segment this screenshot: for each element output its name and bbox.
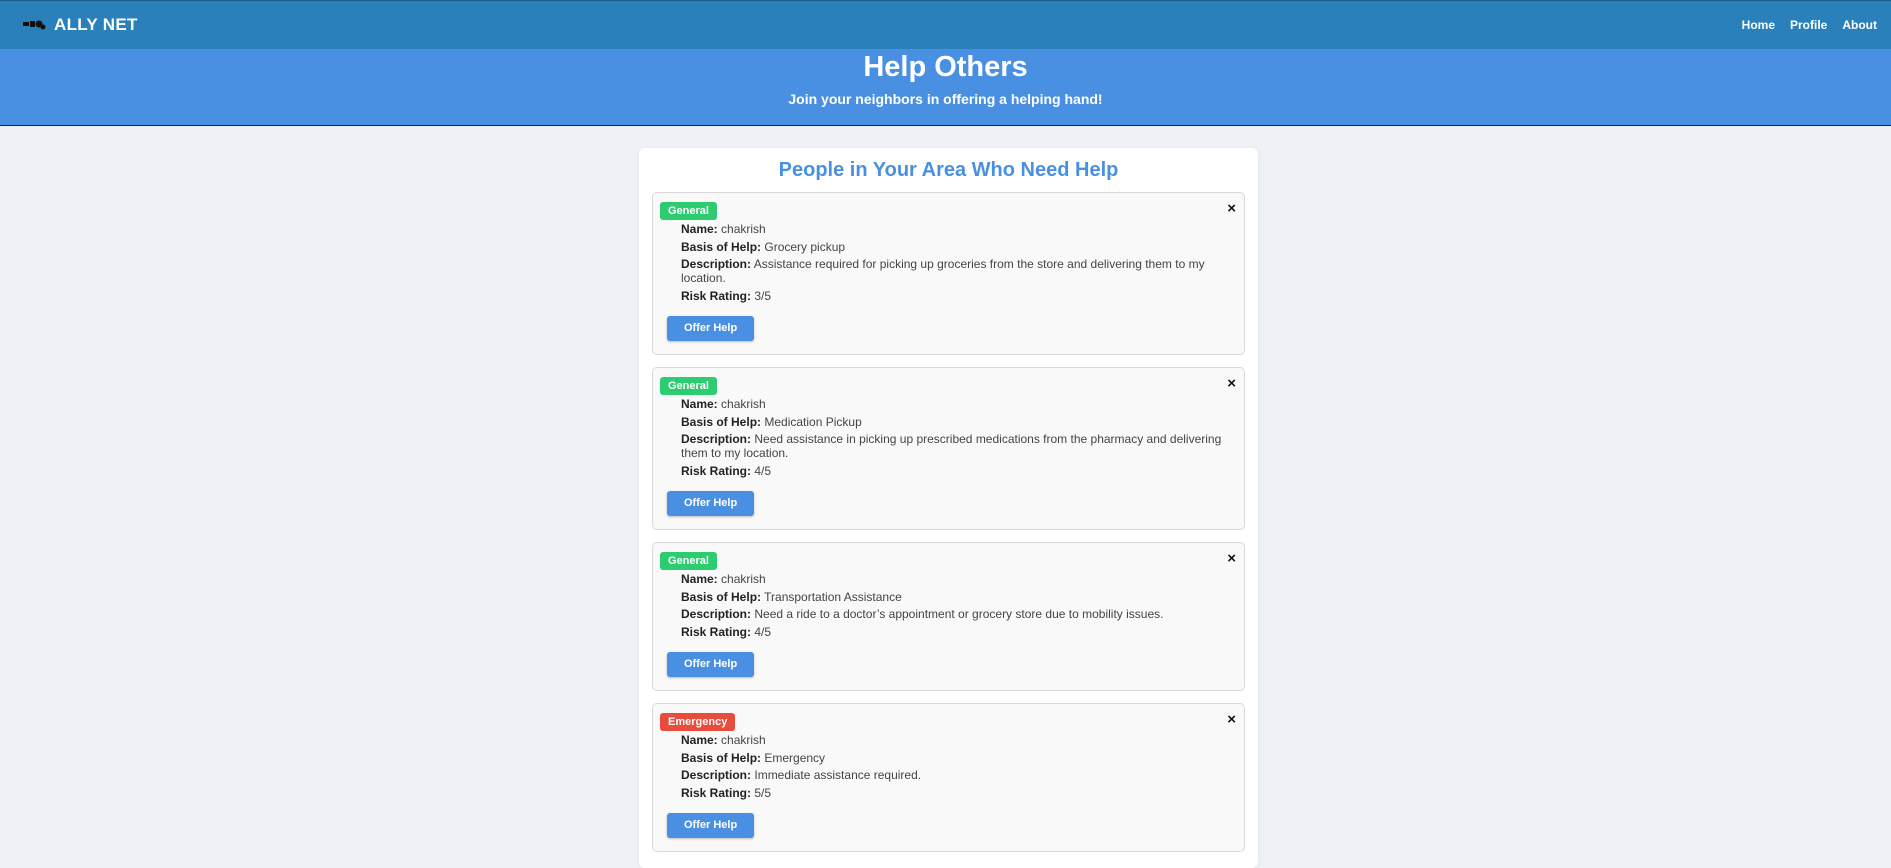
basis-value: Medication Pickup xyxy=(764,414,862,429)
risk-label: Risk Rating: xyxy=(681,288,752,303)
basis-field: Basis of Help: Emergency xyxy=(681,751,1236,765)
basis-label: Basis of Help: xyxy=(681,750,762,765)
logo-icon xyxy=(23,20,46,30)
name-value: chakrish xyxy=(721,397,766,411)
description-field: Description: Need assistance in picking … xyxy=(681,432,1236,460)
top-navbar: ALLY NET Home Profile About xyxy=(0,0,1891,49)
risk-field: Risk Rating: 3/5 xyxy=(681,289,1236,303)
risk-field: Risk Rating: 5/5 xyxy=(681,786,1236,800)
name-label: Name: xyxy=(681,572,718,586)
help-request-card: General × Name: chakrish Basis of Help: … xyxy=(652,542,1245,691)
page-subtitle: Join your neighbors in offering a helpin… xyxy=(788,91,1103,107)
risk-field: Risk Rating: 4/5 xyxy=(681,464,1236,478)
risk-field: Risk Rating: 4/5 xyxy=(681,625,1236,639)
offer-help-button[interactable]: Offer Help xyxy=(667,813,755,838)
basis-field: Basis of Help: Medication Pickup xyxy=(681,415,1236,429)
name-field: Name: chakrish xyxy=(681,397,1236,411)
help-request-card: General × Name: chakrish Basis of Help: … xyxy=(652,367,1245,530)
risk-value: 5/5 xyxy=(754,785,772,800)
description-field: Description: Need a ride to a doctor’s a… xyxy=(681,607,1236,621)
brand-name: ALLY NET xyxy=(54,15,138,34)
name-label: Name: xyxy=(681,222,718,236)
description-label: Description: xyxy=(681,607,752,621)
risk-label: Risk Rating: xyxy=(681,785,752,800)
basis-label: Basis of Help: xyxy=(681,414,762,429)
basis-value: Transportation Assistance xyxy=(764,589,902,604)
risk-label: Risk Rating: xyxy=(681,624,752,639)
category-badge: General xyxy=(660,377,717,395)
description-label: Description: xyxy=(681,768,752,782)
offer-help-button[interactable]: Offer Help xyxy=(667,491,755,516)
close-icon[interactable]: × xyxy=(1227,376,1236,391)
description-value: Immediate assistance required. xyxy=(754,768,922,782)
hero-banner: Help Others Join your neighbors in offer… xyxy=(0,49,1891,126)
category-badge: Emergency xyxy=(660,713,736,731)
basis-label: Basis of Help: xyxy=(681,589,762,604)
description-field: Description: Assistance required for pic… xyxy=(681,257,1236,285)
name-value: chakrish xyxy=(721,222,766,236)
description-value: Assistance required for picking up groce… xyxy=(681,257,1205,285)
risk-value: 4/5 xyxy=(754,463,772,478)
help-request-card: Emergency × Name: chakrish Basis of Help… xyxy=(652,703,1245,852)
description-label: Description: xyxy=(681,257,752,271)
brand[interactable]: ALLY NET xyxy=(22,15,138,35)
help-requests-panel: People in Your Area Who Need Help Genera… xyxy=(639,148,1258,868)
name-field: Name: chakrish xyxy=(681,222,1236,236)
name-label: Name: xyxy=(681,397,718,411)
basis-value: Emergency xyxy=(764,750,826,765)
risk-value: 3/5 xyxy=(754,288,772,303)
nav-link-profile[interactable]: Profile xyxy=(1790,18,1827,32)
risk-label: Risk Rating: xyxy=(681,463,752,478)
offer-help-button[interactable]: Offer Help xyxy=(667,652,755,677)
nav-link-about[interactable]: About xyxy=(1842,18,1877,32)
description-label: Description: xyxy=(681,432,752,446)
category-badge: General xyxy=(660,202,717,220)
risk-value: 4/5 xyxy=(754,624,772,639)
description-value: Need assistance in picking up prescribed… xyxy=(681,432,1222,460)
description-value: Need a ride to a doctor’s appointment or… xyxy=(754,607,1164,621)
close-icon[interactable]: × xyxy=(1227,201,1236,216)
description-field: Description: Immediate assistance requir… xyxy=(681,768,1236,782)
section-title: People in Your Area Who Need Help xyxy=(778,159,1119,181)
name-field: Name: chakrish xyxy=(681,733,1236,747)
basis-value: Grocery pickup xyxy=(764,239,846,254)
nav-links: Home Profile About xyxy=(1742,18,1877,32)
basis-field: Basis of Help: Transportation Assistance xyxy=(681,590,1236,604)
name-value: chakrish xyxy=(721,733,766,747)
basis-field: Basis of Help: Grocery pickup xyxy=(681,240,1236,254)
category-badge: General xyxy=(660,552,717,570)
close-icon[interactable]: × xyxy=(1227,551,1236,566)
page-title: Help Others xyxy=(863,51,1028,83)
nav-link-home[interactable]: Home xyxy=(1742,18,1775,32)
help-request-card: General × Name: chakrish Basis of Help: … xyxy=(652,192,1245,355)
name-field: Name: chakrish xyxy=(681,572,1236,586)
offer-help-button[interactable]: Offer Help xyxy=(667,316,755,341)
basis-label: Basis of Help: xyxy=(681,239,762,254)
close-icon[interactable]: × xyxy=(1227,712,1236,727)
name-value: chakrish xyxy=(721,572,766,586)
name-label: Name: xyxy=(681,733,718,747)
